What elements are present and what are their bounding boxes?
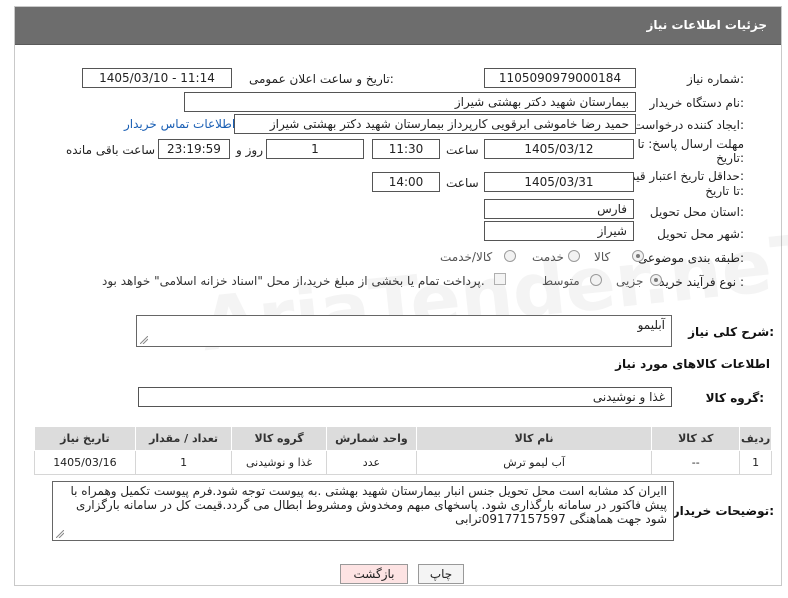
summary-textarea[interactable]: آبلیمو xyxy=(136,315,672,347)
cell-code: -- xyxy=(651,450,741,475)
cell-date: 1405/03/16 xyxy=(34,450,136,475)
process-label: نوع فرآیند خرید : xyxy=(659,275,744,289)
buyer-notes-label: توضیحات خریدار: xyxy=(672,504,774,518)
city-field[interactable]: شیراز xyxy=(484,221,634,241)
back-button[interactable]: بازگشت xyxy=(340,564,408,584)
announce-label: تاریخ و ساعت اعلان عمومی: xyxy=(249,72,394,86)
creator-field[interactable]: حمید رضا خاموشی ابرقویی کارپرداز بیمارست… xyxy=(234,114,636,134)
need-number-field[interactable]: 1105090979000184 xyxy=(484,68,636,88)
col-header-name: نام کالا xyxy=(416,426,653,451)
treasury-checkbox[interactable] xyxy=(494,273,506,285)
deadline-label: مهلت ارسال پاسخ: تا xyxy=(637,137,744,151)
deadline-time-field[interactable]: 11:30 xyxy=(372,139,440,159)
deadline-label-date: تاریخ: xyxy=(716,151,744,165)
cell-unit: عدد xyxy=(325,450,418,475)
print-button[interactable]: چاپ xyxy=(418,564,464,584)
days-field[interactable]: 1 xyxy=(266,139,364,159)
col-header-code: کد کالا xyxy=(651,426,741,451)
category-radio-service[interactable] xyxy=(568,250,580,262)
page-title: جزئیات اطلاعات نیاز xyxy=(646,18,767,32)
announce-field[interactable]: 1405/03/10 - 11:14 xyxy=(82,68,232,88)
buyer-org-label: نام دستگاه خریدار: xyxy=(649,96,745,110)
province-field[interactable]: فارس xyxy=(484,199,634,219)
days-label: روز و xyxy=(236,143,263,157)
goods-info-title: اطلاعات کالاهای مورد نیاز xyxy=(615,357,770,371)
deadline-date-field[interactable]: 1405/03/12 xyxy=(484,139,634,159)
col-header-qty: تعداد / مقدار xyxy=(134,426,233,451)
remaining-label: ساعت باقی مانده xyxy=(66,143,156,157)
cell-group: غذا و نوشیدنی xyxy=(231,450,327,475)
col-header-group: گروه کالا xyxy=(231,426,327,451)
process-radio-medium[interactable] xyxy=(590,274,602,286)
category-radio-goods[interactable] xyxy=(632,250,644,262)
validity-label: حداقل تاریخ اعتبار قیمت: xyxy=(617,169,744,183)
category-label: طبقه بندی موضوعی: xyxy=(637,251,744,265)
col-header-unit: واحد شمارش xyxy=(325,426,418,451)
goods-group-field[interactable]: غذا و نوشیدنی xyxy=(138,387,672,407)
cell-qty: 1 xyxy=(134,450,233,475)
process-option-minor: جزیی xyxy=(616,274,644,288)
resize-grip-icon[interactable] xyxy=(56,530,64,538)
resize-grip-icon[interactable] xyxy=(140,336,148,344)
category-option-goods: کالا xyxy=(594,250,611,264)
table-row[interactable]: 1 -- آب لیمو ترش عدد غذا و نوشیدنی 1 140… xyxy=(34,450,772,475)
col-header-row: ردیف xyxy=(739,426,772,451)
province-label: استان محل تحویل: xyxy=(649,205,744,219)
validity-label-date: تا تاریخ: xyxy=(705,184,744,198)
goods-table: ردیف کد کالا نام کالا واحد شمارش گروه کا… xyxy=(34,426,772,475)
summary-label: شرح کلی نیاز: xyxy=(688,325,774,339)
creator-label: ایجاد کننده درخواست: xyxy=(633,118,744,132)
cell-row: 1 xyxy=(739,450,772,475)
category-option-service: خدمت xyxy=(532,250,564,264)
contact-info-link[interactable]: اطلاعات تماس خریدار xyxy=(124,117,235,131)
payment-note: پرداخت تمام یا بخشی از مبلغ خرید،از محل … xyxy=(102,274,485,288)
panel-header: جزئیات اطلاعات نیاز xyxy=(15,7,781,45)
summary-text: آبلیمو xyxy=(637,318,665,332)
process-radio-minor[interactable] xyxy=(650,274,662,286)
goods-group-label: گروه کالا: xyxy=(705,391,764,405)
col-header-date: تاریخ نیاز xyxy=(34,426,136,451)
validity-time-label: ساعت xyxy=(446,176,479,190)
buyer-org-field[interactable]: بیمارستان شهید دکتر بهشتی شیراز xyxy=(184,92,636,112)
buyer-notes-textarea[interactable]: اایران کد مشابه است محل تحویل جنس انبار … xyxy=(52,481,674,541)
table-header-row: ردیف کد کالا نام کالا واحد شمارش گروه کا… xyxy=(34,426,772,451)
validity-date-field[interactable]: 1405/03/31 xyxy=(484,172,634,192)
remaining-time-field[interactable]: 23:19:59 xyxy=(158,139,230,159)
category-option-goods-service: کالا/خدمت xyxy=(440,250,493,264)
validity-time-field[interactable]: 14:00 xyxy=(372,172,440,192)
cell-name: آب لیمو ترش xyxy=(416,450,653,475)
deadline-time-label: ساعت xyxy=(446,143,479,157)
buyer-notes-text: اایران کد مشابه است محل تحویل جنس انبار … xyxy=(70,484,667,526)
city-label: شهر محل تحویل: xyxy=(657,227,744,241)
category-radio-goods-service[interactable] xyxy=(504,250,516,262)
need-number-label: شماره نیاز: xyxy=(686,72,744,86)
process-option-medium: متوسط xyxy=(542,274,580,288)
